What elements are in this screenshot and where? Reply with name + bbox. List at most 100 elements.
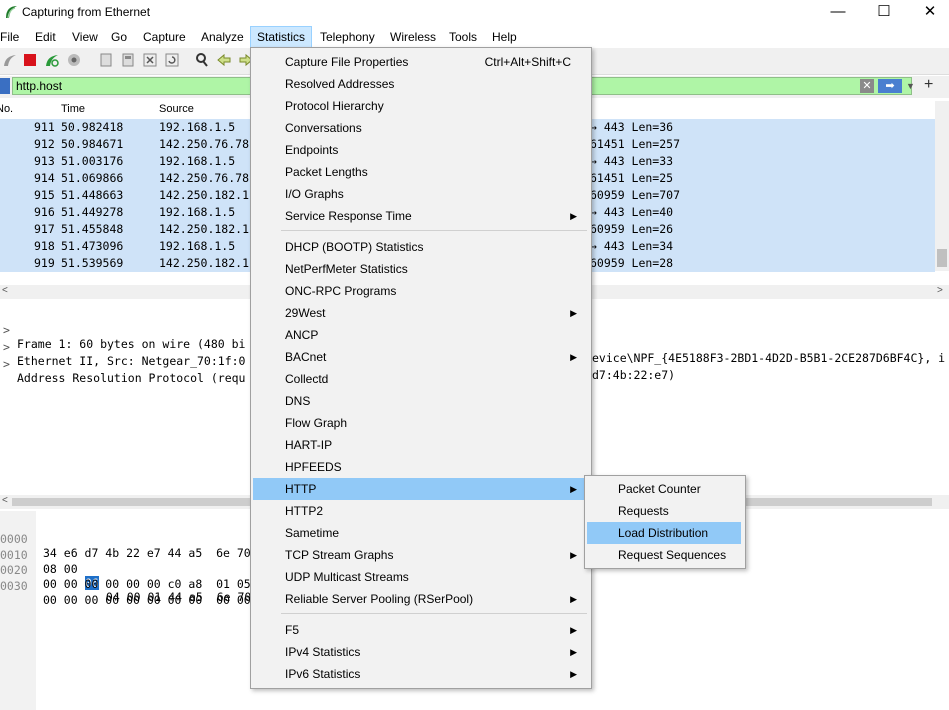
menu-edit[interactable]: Edit [29,26,62,48]
packet-no: 917 [34,222,55,236]
menu-item-resolved-addresses[interactable]: Resolved Addresses [253,73,589,95]
menu-capture[interactable]: Capture [137,26,192,48]
byte-hex[interactable]: 34 e6 d7 4b 22 e7 44 a5 6e 70 [43,546,251,560]
scrollbar-thumb[interactable] [937,249,947,267]
byte-offset: 0030 [0,579,28,593]
minimize-button[interactable]: — [815,0,861,26]
menu-item-onc-rpc-programs[interactable]: ONC-RPC Programs [253,280,589,302]
expand-arrow-icon[interactable]: > [3,357,10,371]
menu-item-conversations[interactable]: Conversations [253,117,589,139]
menu-item-http[interactable]: HTTP ▶ [253,478,589,500]
menu-item-29west[interactable]: 29West ▶ [253,302,589,324]
menu-help[interactable]: Help [486,26,523,48]
menu-item-flow-graph[interactable]: Flow Graph [253,412,589,434]
packet-time: 51.003176 [61,154,124,168]
menu-telephony[interactable]: Telephony [314,26,381,48]
menu-item-dhcp-statistics[interactable]: DHCP (BOOTP) Statistics [253,236,589,258]
menu-item-udp-multicast-streams[interactable]: UDP Multicast Streams [253,566,589,588]
menu-item-service-response-time[interactable]: Service Response Time ▶ [253,205,589,227]
menu-item-rserpool[interactable]: Reliable Server Pooling (RSerPool) ▶ [253,588,589,610]
filter-dropdown-icon[interactable]: ▼ [906,79,916,93]
byte-hex[interactable]: 00 00 00 00 00 00 00 00 00 00 [43,593,251,607]
bytes-line: 0000 34 e6 d7 4b 22 e7 44 a5 6e 70 [0,518,251,560]
menu-item-ipv4-statistics[interactable]: IPv4 Statistics ▶ [253,641,589,663]
submenu-arrow-icon: ▶ [570,352,577,362]
bytes-line: 0030 00 00 00 00 00 00 00 00 00 00 [0,565,251,607]
packet-info: → 443 Len=34 [590,239,674,253]
menu-item-ancp[interactable]: ANCP [253,324,589,346]
packet-no: 913 [34,154,55,168]
detail-text-right: d7:4b:22:e7) [592,368,676,382]
stop-capture-icon[interactable] [22,52,38,68]
menu-item-f5[interactable]: F5 ▶ [253,619,589,641]
packet-list-vertical-scrollbar[interactable] [935,101,949,271]
menu-item-tcp-stream-graphs[interactable]: TCP Stream Graphs ▶ [253,544,589,566]
column-header-source[interactable]: Source [159,103,194,115]
menu-item-protocol-hierarchy[interactable]: Protocol Hierarchy [253,95,589,117]
submenu-item-packet-counter[interactable]: Packet Counter [587,478,741,500]
clear-filter-icon[interactable]: ✕ [860,79,874,93]
maximize-button[interactable]: ☐ [861,0,907,26]
packet-info: 60959 Len=707 [590,188,681,202]
menu-item-dns[interactable]: DNS [253,390,589,412]
column-header-time[interactable]: Time [61,103,85,115]
menu-item-bacnet[interactable]: BACnet ▶ [253,346,589,368]
menu-wireless[interactable]: Wireless [384,26,442,48]
scroll-left-icon[interactable]: < [2,285,8,296]
column-header-no[interactable]: No. [0,103,13,115]
packet-source: 192.168.1.5 [159,239,236,253]
detail-row-frame[interactable]: > Frame 1: 60 bytes on wire (480 bi evic… [0,309,945,365]
close-button[interactable]: ✕ [907,0,949,26]
detail-row-arp[interactable]: > Address Resolution Protocol (requ [0,343,245,385]
go-back-icon[interactable] [216,52,232,68]
menu-analyze[interactable]: Analyze [195,26,250,48]
submenu-item-request-sequences[interactable]: Request Sequences [587,544,741,566]
menu-item-ipv6-statistics[interactable]: IPv6 Statistics ▶ [253,663,589,685]
capture-options-icon[interactable] [66,52,82,68]
submenu-arrow-icon: ▶ [570,308,577,318]
menu-item-hart-ip[interactable]: HART-IP [253,434,589,456]
bookmark-icon[interactable] [0,78,10,94]
menu-item-capture-file-properties[interactable]: Capture File Properties Ctrl+Alt+Shift+C [253,51,589,73]
menu-item-io-graphs[interactable]: I/O Graphs [253,183,589,205]
menu-statistics[interactable]: Statistics [250,26,313,48]
scroll-right-icon[interactable]: > [937,285,943,296]
menu-item-hpfeeds[interactable]: HPFEEDS [253,456,589,478]
packet-no: 912 [34,137,55,151]
apply-filter-icon[interactable]: ➡ [878,79,902,93]
menu-item-packet-lengths[interactable]: Packet Lengths [253,161,589,183]
menu-item-http2[interactable]: HTTP2 [253,500,589,522]
submenu-arrow-icon: ▶ [570,484,577,494]
statistics-menu: Capture File Properties Ctrl+Alt+Shift+C … [250,47,592,689]
menu-item-netperfmeter-statistics[interactable]: NetPerfMeter Statistics [253,258,589,280]
menu-item-sametime[interactable]: Sametime [253,522,589,544]
menu-item-collectd[interactable]: Collectd [253,368,589,390]
submenu-item-load-distribution[interactable]: Load Distribution [587,522,741,544]
menu-separator [281,230,587,231]
submenu-arrow-icon: ▶ [570,669,577,679]
close-file-icon[interactable] [142,52,158,68]
open-file-icon[interactable] [98,52,114,68]
menu-file[interactable]: File [0,26,25,48]
packet-no: 914 [34,171,55,185]
add-filter-button[interactable]: + [924,76,938,94]
start-capture-icon[interactable] [2,52,18,68]
menu-separator [281,613,587,614]
menu-view[interactable]: View [66,26,104,48]
menu-tools[interactable]: Tools [443,26,483,48]
reload-file-icon[interactable] [164,52,180,68]
submenu-item-requests[interactable]: Requests [587,500,741,522]
detail-row-ethernet[interactable]: > Ethernet II, Src: Netgear_70:1f:0 d7:4… [0,326,675,382]
packet-info: → 443 Len=33 [590,154,674,168]
menu-go[interactable]: Go [105,26,133,48]
byte-hex[interactable]: 08 00 [43,562,85,576]
packet-no: 919 [34,256,55,270]
packet-time: 51.449278 [61,205,124,219]
menu-item-endpoints[interactable]: Endpoints [253,139,589,161]
save-file-icon[interactable] [120,52,136,68]
scroll-left-icon[interactable]: < [2,495,8,506]
find-packet-icon[interactable] [194,52,210,68]
byte-hex[interactable]: 00 00 00 00 00 00 c0 a8 01 05 [43,577,251,591]
submenu-arrow-icon: ▶ [570,550,577,560]
restart-capture-icon[interactable] [44,52,60,68]
